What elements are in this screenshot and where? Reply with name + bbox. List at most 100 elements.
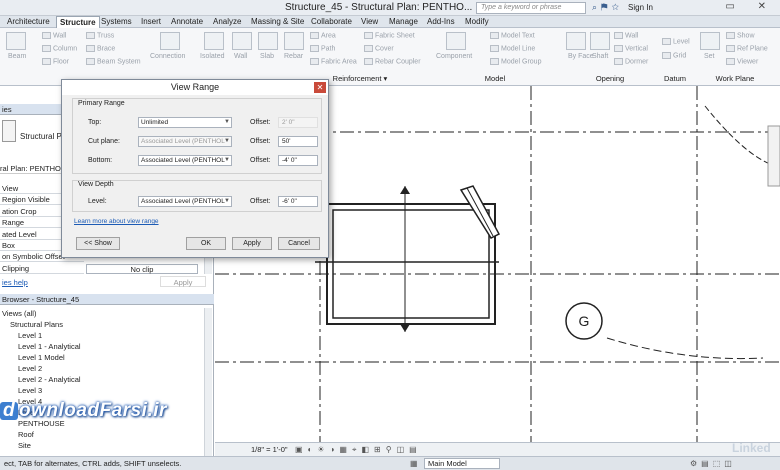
cut-plane-select[interactable]: Associated Level (PENTHOL ▼ bbox=[138, 136, 232, 147]
tab-add-ins[interactable]: Add-Ins bbox=[424, 16, 458, 28]
tab-insert[interactable]: Insert bbox=[138, 16, 164, 28]
view-scale[interactable]: 1/8" = 1'-0" bbox=[251, 445, 288, 454]
rebar-coupler-button[interactable]: Rebar Coupler bbox=[364, 58, 421, 65]
rebar-icon[interactable] bbox=[284, 32, 304, 50]
wall-opening-button[interactable]: Wall bbox=[614, 32, 638, 39]
model-group-button[interactable]: Model Group bbox=[490, 58, 541, 65]
isolated-button[interactable]: Isolated bbox=[200, 53, 225, 60]
browser-item[interactable]: Structural Plans bbox=[10, 319, 63, 330]
active-workset-select[interactable]: Main Model bbox=[424, 458, 500, 469]
sign-in-button[interactable]: Sign In bbox=[628, 3, 653, 12]
shaft-button[interactable]: Shaft bbox=[592, 53, 608, 60]
slab-button[interactable]: Slab bbox=[260, 53, 274, 60]
rebar-button[interactable]: Rebar bbox=[284, 53, 303, 60]
cover-button[interactable]: Cover bbox=[364, 45, 394, 52]
cancel-button[interactable]: Cancel bbox=[278, 237, 320, 250]
tab-analyze[interactable]: Analyze bbox=[210, 16, 244, 28]
window-controls[interactable]: ▭ ✕ bbox=[725, 1, 776, 12]
set-icon[interactable] bbox=[700, 32, 720, 50]
browser-scrollbar[interactable] bbox=[204, 308, 212, 458]
by-face-button[interactable]: By Face bbox=[568, 53, 594, 60]
wall-button[interactable]: Wall bbox=[42, 32, 66, 39]
properties-help-link[interactable]: ies help bbox=[2, 278, 28, 287]
model-text-button[interactable]: Model Text bbox=[490, 32, 535, 39]
connection-button[interactable]: Connection bbox=[150, 53, 185, 60]
reinforcement-panel-label[interactable]: Reinforcement ▾ bbox=[320, 73, 400, 85]
slab-icon[interactable] bbox=[258, 32, 278, 50]
tab-structure[interactable]: Structure bbox=[56, 16, 100, 28]
workset-icon: ▦ bbox=[410, 459, 418, 468]
area-button[interactable]: Area bbox=[310, 32, 336, 39]
property-value[interactable]: No clip bbox=[86, 263, 198, 274]
fabric-sheet-button[interactable]: Fabric Sheet bbox=[364, 32, 415, 39]
beam-system-button[interactable]: Beam System bbox=[86, 58, 141, 65]
browser-item[interactable]: Level 3 bbox=[18, 385, 42, 396]
tab-manage[interactable]: Manage bbox=[386, 16, 421, 28]
floor-button[interactable]: Floor bbox=[42, 58, 69, 65]
floor-icon bbox=[42, 58, 51, 65]
browser-item[interactable]: Level 1 - Analytical bbox=[18, 341, 81, 352]
component-button[interactable]: Component bbox=[436, 53, 472, 60]
top-offset-input[interactable]: 2' 0" bbox=[278, 117, 318, 128]
brace-button[interactable]: Brace bbox=[86, 45, 115, 52]
ref-plane-button[interactable]: Ref Plane bbox=[726, 45, 768, 52]
status-bar: ect, TAB for alternates, CTRL adds, SHIF… bbox=[0, 456, 780, 470]
wall-foundation-button[interactable]: Wall bbox=[234, 53, 247, 60]
curved-annotation bbox=[606, 105, 780, 360]
bottom-offset-input[interactable]: -4' 0" bbox=[278, 155, 318, 166]
dormer-button[interactable]: Dormer bbox=[614, 58, 648, 65]
tab-collaborate[interactable]: Collaborate bbox=[308, 16, 355, 28]
browser-item[interactable]: Views (all) bbox=[2, 308, 36, 319]
model-line-button[interactable]: Model Line bbox=[490, 45, 535, 52]
view-control-icons[interactable]: ▣◐☀◑▦⌖◧⊞⚲◫▤ bbox=[295, 445, 422, 455]
grid-button[interactable]: Grid bbox=[662, 52, 686, 59]
set-button[interactable]: Set bbox=[704, 53, 715, 60]
grid-icon bbox=[662, 52, 671, 59]
vertical-button[interactable]: Vertical bbox=[614, 45, 648, 52]
apply-dialog-button[interactable]: Apply bbox=[232, 237, 272, 250]
tab-annotate[interactable]: Annotate bbox=[168, 16, 206, 28]
datum-panel-label: Datum bbox=[663, 74, 687, 83]
beam-button[interactable]: Beam bbox=[8, 53, 26, 60]
browser-item[interactable]: Level 2 bbox=[18, 363, 42, 374]
fabric-area-button[interactable]: Fabric Area bbox=[310, 58, 357, 65]
tab-massing-site[interactable]: Massing & Site bbox=[248, 16, 307, 28]
browser-item[interactable]: Roof bbox=[18, 429, 34, 440]
level-offset-input[interactable]: -6' 0" bbox=[278, 196, 318, 207]
search-icon[interactable]: ⌕⚑☆ bbox=[592, 2, 623, 13]
beam-icon[interactable] bbox=[6, 32, 26, 50]
tab-systems[interactable]: Systems bbox=[98, 16, 135, 28]
browser-item[interactable]: Level 1 bbox=[18, 330, 42, 341]
tab-view[interactable]: View bbox=[358, 16, 381, 28]
browser-item[interactable]: Site bbox=[18, 440, 31, 451]
viewer-button[interactable]: Viewer bbox=[726, 58, 758, 65]
component-icon[interactable] bbox=[446, 32, 466, 50]
wall-foundation-icon[interactable] bbox=[232, 32, 252, 50]
tab-architecture[interactable]: Architecture bbox=[4, 16, 53, 28]
path-button[interactable]: Path bbox=[310, 45, 335, 52]
truss-button[interactable]: Truss bbox=[86, 32, 114, 39]
by-face-icon[interactable] bbox=[566, 32, 586, 50]
top-select[interactable]: Unlimited ▼ bbox=[138, 117, 232, 128]
learn-more-link[interactable]: Learn more about view range bbox=[74, 218, 159, 225]
cut-plane-label: Cut plane: bbox=[88, 138, 120, 145]
search-input[interactable]: Type a keyword or phrase bbox=[476, 2, 586, 14]
browser-item[interactable]: Level 1 Model bbox=[18, 352, 65, 363]
cut-offset-input[interactable]: 50' bbox=[278, 136, 318, 147]
column-button[interactable]: Column bbox=[42, 45, 77, 52]
browser-item[interactable]: Level 2 - Analytical bbox=[18, 374, 81, 385]
bottom-select[interactable]: Associated Level (PENTHOL ▼ bbox=[138, 155, 232, 166]
status-icons[interactable]: ⚙▤⬚◫ bbox=[690, 459, 736, 468]
ok-button[interactable]: OK bbox=[186, 237, 226, 250]
tab-modify[interactable]: Modify bbox=[462, 16, 492, 28]
wall-opening-icon bbox=[614, 32, 623, 39]
level-select[interactable]: Associated Level (PENTHOL ▼ bbox=[138, 196, 232, 207]
level-button[interactable]: Level bbox=[662, 38, 690, 45]
connection-icon[interactable] bbox=[160, 32, 180, 50]
shaft-icon[interactable] bbox=[590, 32, 610, 50]
isolated-icon[interactable] bbox=[204, 32, 224, 50]
show-button[interactable]: Show bbox=[726, 32, 755, 39]
close-icon[interactable]: ✕ bbox=[314, 82, 326, 93]
apply-button[interactable]: Apply bbox=[160, 276, 206, 287]
show-toggle-button[interactable]: << Show bbox=[76, 237, 120, 250]
